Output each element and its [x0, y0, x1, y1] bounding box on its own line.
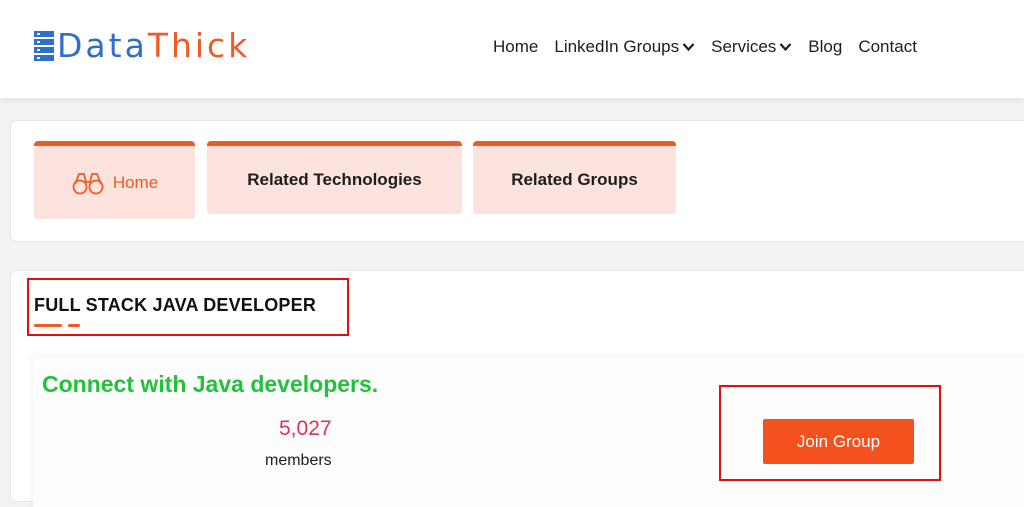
tab-related-technologies[interactable]: Related Technologies: [207, 141, 462, 214]
nav-blog[interactable]: Blog: [808, 37, 842, 57]
site-header: DataThick Home LinkedIn Groups Services …: [0, 0, 1024, 98]
tab-related-groups[interactable]: Related Groups: [473, 141, 676, 214]
group-title: FULL STACK JAVA DEVELOPER: [34, 295, 317, 315]
nav-linkedin-groups[interactable]: LinkedIn Groups: [554, 37, 695, 57]
nav-contact-label: Contact: [858, 37, 917, 56]
server-stack-icon: [34, 31, 54, 61]
datathick-logo[interactable]: DataThick: [33, 26, 250, 66]
logo-text-thick: Thick: [147, 26, 251, 65]
join-group-button[interactable]: Join Group: [763, 419, 914, 464]
logo-text-data: Data: [57, 26, 148, 65]
nav-blog-label: Blog: [808, 37, 843, 56]
nav-home[interactable]: Home: [493, 37, 538, 57]
nav-services-label: Services: [711, 37, 777, 56]
tab-home-label: Home: [112, 172, 159, 192]
binoculars-icon: [72, 172, 104, 194]
tab-home[interactable]: Home: [34, 141, 195, 219]
group-detail-panel: FULL STACK JAVA DEVELOPER Connect with J…: [10, 270, 1024, 507]
nav-linkedin-groups-label: LinkedIn Groups: [554, 37, 680, 56]
chevron-down-icon: [779, 43, 792, 52]
group-tabs-panel: Home Related Technologies Related Groups: [10, 120, 1024, 242]
members-count: 5,027: [279, 417, 332, 440]
nav-home-label: Home: [493, 37, 539, 56]
group-tagline: Connect with Java developers.: [42, 371, 379, 397]
main-nav: Home LinkedIn Groups Services Blog Conta…: [493, 34, 917, 60]
tab-related-technologies-label: Related Technologies: [247, 170, 422, 189]
members-label: members: [265, 452, 332, 469]
nav-services[interactable]: Services: [711, 37, 792, 57]
logo-wordmark: DataThick: [57, 26, 250, 66]
chevron-down-icon: [682, 43, 695, 52]
nav-contact[interactable]: Contact: [858, 37, 917, 57]
title-underline: [34, 324, 80, 327]
tab-related-groups-label: Related Groups: [511, 170, 638, 189]
